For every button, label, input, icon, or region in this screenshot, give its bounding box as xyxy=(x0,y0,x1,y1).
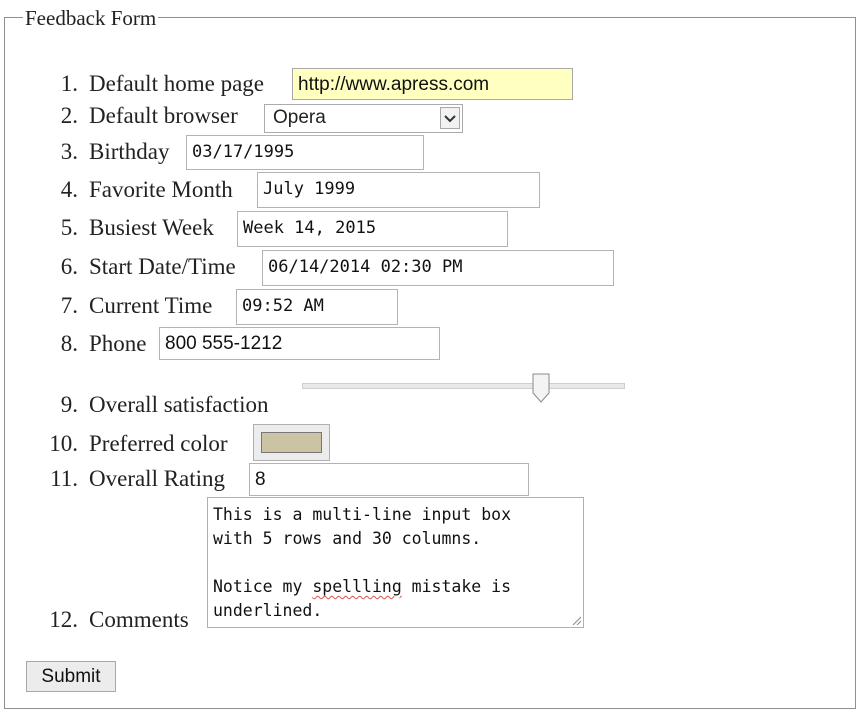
preferred-color-picker[interactable] xyxy=(253,424,330,461)
item-number-5: 5. xyxy=(60,215,78,240)
submit-button[interactable]: Submit xyxy=(26,661,116,692)
comments-textarea[interactable]: This is a multi-line input box with 5 ro… xyxy=(207,497,584,628)
misspelled-word: spellling xyxy=(312,577,402,596)
phone-label: Phone xyxy=(89,331,147,356)
default-browser-select[interactable]: Opera xyxy=(264,104,463,133)
resize-grip-icon[interactable] xyxy=(571,615,581,625)
item-number-8: 8. xyxy=(60,331,78,356)
comments-line: with 5 rows and 30 columns. xyxy=(213,529,482,548)
color-swatch xyxy=(261,432,322,453)
busiest-week-label: Busiest Week xyxy=(89,215,214,240)
home-page-label: Default home page xyxy=(89,71,264,96)
comments-label: Comments xyxy=(89,607,189,632)
overall-rating-input[interactable]: 8 xyxy=(249,463,529,496)
comments-line: underlined. xyxy=(213,601,323,620)
favorite-month-label: Favorite Month xyxy=(89,177,233,202)
chevron-down-icon[interactable] xyxy=(440,107,460,129)
item-number-9: 9. xyxy=(60,392,78,417)
item-number-3: 3. xyxy=(60,139,78,164)
feedback-form-legend: Feedback Form xyxy=(23,5,159,31)
current-time-label: Current Time xyxy=(89,293,213,318)
birthday-label: Birthday xyxy=(89,139,170,164)
birthday-date-input[interactable]: 03/17/1995 xyxy=(186,135,424,170)
current-time-input[interactable]: 09:52 AM xyxy=(236,289,398,325)
default-browser-selected-value: Opera xyxy=(273,107,326,128)
comments-line: Notice my spellling mistake is xyxy=(213,575,583,599)
busiest-week-input[interactable]: Week 14, 2015 xyxy=(237,211,508,247)
overall-satisfaction-label: Overall satisfaction xyxy=(89,392,269,417)
item-number-1: 1. xyxy=(60,71,78,96)
overall-rating-label: Overall Rating xyxy=(89,466,226,491)
overall-satisfaction-slider[interactable] xyxy=(302,383,625,389)
phone-input[interactable]: 800 555-1212 xyxy=(159,327,440,360)
item-number-6: 6. xyxy=(60,254,78,279)
slider-thumb[interactable] xyxy=(532,373,550,403)
item-number-2: 2. xyxy=(60,103,78,128)
preferred-color-label: Preferred color xyxy=(89,431,228,456)
comments-line: This is a multi-line input box xyxy=(213,505,512,524)
item-number-10: 10. xyxy=(49,431,78,456)
favorite-month-input[interactable]: July 1999 xyxy=(257,172,540,208)
home-page-input[interactable]: http://www.apress.com xyxy=(292,68,573,100)
start-datetime-label: Start Date/Time xyxy=(89,254,236,279)
item-number-4: 4. xyxy=(60,177,78,202)
comments-line xyxy=(213,551,583,575)
start-datetime-input[interactable]: 06/14/2014 02:30 PM xyxy=(262,250,614,286)
item-number-11: 11. xyxy=(50,466,78,491)
comments-text: mistake is xyxy=(401,577,512,596)
item-number-7: 7. xyxy=(60,293,78,318)
item-number-12: 12. xyxy=(49,607,78,632)
comments-text: Notice my xyxy=(213,577,313,596)
default-browser-label: Default browser xyxy=(89,103,238,128)
